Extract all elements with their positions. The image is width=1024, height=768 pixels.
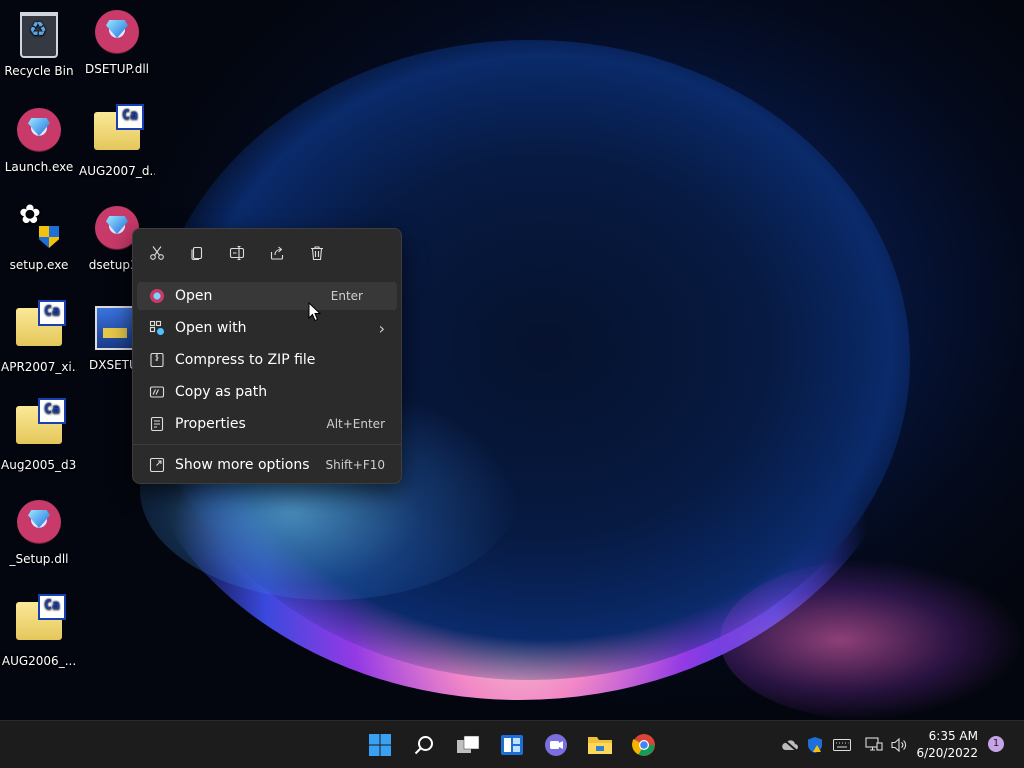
desktop-icon-label: AUG2006_... bbox=[1, 654, 77, 668]
desktop-icon-label: DSETUP.dll bbox=[84, 62, 150, 76]
copy-path-icon bbox=[147, 382, 167, 402]
security-warning-icon[interactable] bbox=[805, 733, 825, 757]
context-menu-quick-actions bbox=[141, 237, 333, 269]
chrome-button[interactable] bbox=[628, 729, 660, 761]
setup-shield-icon: ✿ bbox=[15, 202, 63, 254]
desktop-icon-apr2007[interactable]: APR2007_xi... bbox=[1, 300, 77, 374]
menu-item-properties[interactable]: Properties Alt+Enter bbox=[137, 410, 397, 438]
menu-item-shortcut: Shift+F10 bbox=[325, 458, 385, 472]
wallpaper-glow-pink bbox=[720, 560, 1020, 720]
desktop-icon-aug2005[interactable]: Aug2005_d3... bbox=[1, 398, 77, 472]
app-gem-icon bbox=[147, 286, 167, 306]
search-button[interactable] bbox=[408, 729, 440, 761]
gem-app-icon bbox=[15, 500, 63, 548]
chat-icon bbox=[545, 734, 567, 756]
rename-icon bbox=[229, 245, 245, 261]
folder-icon bbox=[588, 737, 612, 754]
windows-start-icon bbox=[369, 734, 391, 756]
desktop-icon-label: Recycle Bin bbox=[4, 64, 74, 78]
desktop-icon-setup-exe[interactable]: ✿ setup.exe bbox=[1, 202, 77, 272]
chrome-icon bbox=[632, 734, 655, 756]
clock-time: 6:35 AM bbox=[928, 729, 978, 743]
recycle-bin-icon bbox=[15, 12, 63, 60]
menu-item-label: Compress to ZIP file bbox=[175, 352, 316, 368]
menu-item-label: Show more options bbox=[175, 457, 310, 473]
network-icon[interactable] bbox=[864, 733, 884, 757]
properties-icon bbox=[147, 414, 167, 434]
desktop-icon-aug2006[interactable]: AUG2006_... bbox=[1, 594, 77, 668]
menu-item-label: Copy as path bbox=[175, 384, 268, 400]
task-view-icon bbox=[457, 735, 480, 753]
keyboard-icon[interactable] bbox=[832, 733, 852, 757]
menu-item-label: Open with bbox=[175, 320, 247, 336]
chevron-right-icon: › bbox=[378, 318, 385, 338]
desktop-icon-setup-dll[interactable]: _Setup.dll bbox=[1, 498, 77, 566]
context-menu: Open Enter Open with › Compress to ZIP f… bbox=[132, 228, 402, 484]
delete-button[interactable] bbox=[301, 237, 333, 269]
menu-separator bbox=[133, 444, 401, 445]
rename-button[interactable] bbox=[221, 237, 253, 269]
volume-icon[interactable] bbox=[889, 733, 909, 757]
cab-file-icon bbox=[15, 594, 66, 650]
onedrive-offline-icon[interactable] bbox=[780, 733, 800, 757]
mouse-pointer-icon bbox=[308, 302, 322, 322]
desktop-icon-recycle-bin[interactable]: Recycle Bin bbox=[1, 8, 77, 78]
desktop-icon-label: Aug2005_d3... bbox=[1, 458, 77, 472]
cut-button[interactable] bbox=[141, 237, 173, 269]
taskbar: 6:35 AM 6/20/2022 1 bbox=[0, 720, 1024, 768]
zip-icon bbox=[147, 350, 167, 370]
desktop-icon-label: _Setup.dll bbox=[9, 552, 69, 566]
desktop-icon-launch-exe[interactable]: Launch.exe bbox=[1, 106, 77, 174]
menu-item-shortcut: Alt+Enter bbox=[326, 417, 385, 431]
desktop-icon-label: setup.exe bbox=[9, 258, 69, 272]
cab-file-icon bbox=[15, 300, 66, 356]
clock[interactable]: 6:35 AM 6/20/2022 bbox=[916, 728, 978, 762]
notification-badge[interactable]: 1 bbox=[988, 736, 1004, 752]
share-icon bbox=[270, 246, 284, 260]
widgets-button[interactable] bbox=[496, 729, 528, 761]
desktop-icon-dsetup-dll[interactable]: DSETUP.dll bbox=[79, 8, 155, 76]
menu-item-open-with[interactable]: Open with › bbox=[137, 314, 397, 342]
menu-item-shortcut: Enter bbox=[330, 289, 363, 303]
clock-date: 6/20/2022 bbox=[916, 746, 978, 760]
trash-icon bbox=[311, 246, 323, 261]
cab-file-icon bbox=[15, 398, 66, 454]
copy-button[interactable] bbox=[181, 237, 213, 269]
gem-app-icon bbox=[93, 10, 141, 58]
scissors-icon bbox=[150, 246, 164, 260]
start-button[interactable] bbox=[364, 729, 396, 761]
search-icon bbox=[414, 736, 433, 755]
gem-app-icon bbox=[15, 108, 63, 156]
widgets-icon bbox=[501, 735, 523, 755]
desktop-icon-label: Launch.exe bbox=[4, 160, 74, 174]
menu-item-open[interactable]: Open Enter bbox=[137, 282, 397, 310]
desktop-icon-aug2007[interactable]: AUG2007_d... bbox=[79, 104, 155, 178]
menu-item-show-more-options[interactable]: Show more options Shift+F10 bbox=[137, 451, 397, 479]
menu-item-compress-zip[interactable]: Compress to ZIP file bbox=[137, 346, 397, 374]
menu-item-label: Properties bbox=[175, 416, 246, 432]
file-explorer-button[interactable] bbox=[584, 729, 616, 761]
desktop-icon-label: AUG2007_d... bbox=[79, 164, 155, 178]
teams-chat-button[interactable] bbox=[540, 729, 572, 761]
more-options-icon bbox=[147, 455, 167, 475]
task-view-button[interactable] bbox=[452, 729, 484, 761]
desktop-icon-label: APR2007_xi... bbox=[1, 360, 77, 374]
cab-file-icon bbox=[93, 104, 144, 160]
copy-icon bbox=[191, 246, 203, 261]
menu-item-copy-as-path[interactable]: Copy as path bbox=[137, 378, 397, 406]
open-with-icon bbox=[147, 318, 167, 338]
share-button[interactable] bbox=[261, 237, 293, 269]
